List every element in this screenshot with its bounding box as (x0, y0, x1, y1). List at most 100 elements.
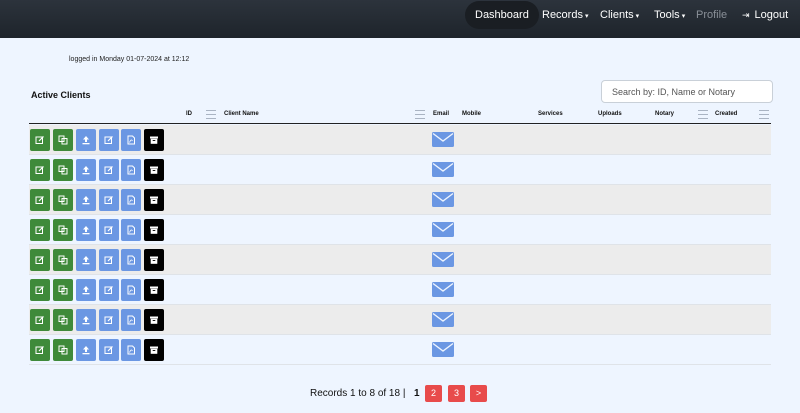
archive-icon (149, 345, 159, 355)
archive-icon (149, 315, 159, 325)
pdf-icon (126, 255, 136, 265)
copy-icon (58, 195, 68, 205)
chevron-down-icon: ▾ (635, 13, 640, 20)
pdf-button[interactable] (121, 159, 141, 181)
edit-record-button[interactable] (99, 189, 119, 211)
archive-button[interactable] (144, 249, 164, 271)
column-toggle-icon[interactable] (206, 110, 216, 119)
nav-profile[interactable]: Profile (696, 0, 727, 30)
pdf-icon (126, 285, 136, 295)
archive-button[interactable] (144, 189, 164, 211)
nav-clients-label: Clients (600, 9, 634, 21)
upload-button[interactable] (76, 129, 96, 151)
edit-client-button[interactable] (30, 249, 50, 271)
edit-client-button[interactable] (30, 129, 50, 151)
nav-dashboard[interactable]: Dashboard (465, 1, 539, 29)
pdf-button[interactable] (121, 219, 141, 241)
copy-icon (58, 135, 68, 145)
envelope-icon[interactable] (432, 132, 454, 147)
column-header-uploads[interactable]: Uploads (598, 111, 622, 117)
duplicate-client-button[interactable] (53, 279, 73, 301)
envelope-icon[interactable] (432, 222, 454, 237)
edit-client-button[interactable] (30, 339, 50, 361)
upload-button[interactable] (76, 249, 96, 271)
upload-icon (81, 135, 91, 145)
table-row (29, 125, 771, 155)
pdf-button[interactable] (121, 189, 141, 211)
edit-record-button[interactable] (99, 279, 119, 301)
edit-document-icon (104, 135, 114, 145)
upload-button[interactable] (76, 159, 96, 181)
upload-icon (81, 195, 91, 205)
column-header-services[interactable]: Services (538, 111, 563, 117)
duplicate-client-button[interactable] (53, 189, 73, 211)
pdf-button[interactable] (121, 309, 141, 331)
column-header-notary[interactable]: Notary (655, 111, 674, 117)
envelope-icon[interactable] (432, 342, 454, 357)
upload-button[interactable] (76, 189, 96, 211)
envelope-icon[interactable] (432, 312, 454, 327)
edit-client-button[interactable] (30, 189, 50, 211)
duplicate-client-button[interactable] (53, 309, 73, 331)
nav-records-menu[interactable]: Records ▾ (542, 0, 588, 30)
edit-client-button[interactable] (30, 279, 50, 301)
duplicate-client-button[interactable] (53, 159, 73, 181)
table-row (29, 185, 771, 215)
column-header-email[interactable]: Email (433, 111, 449, 117)
pdf-icon (126, 135, 136, 145)
pdf-button[interactable] (121, 279, 141, 301)
archive-button[interactable] (144, 279, 164, 301)
archive-button[interactable] (144, 159, 164, 181)
archive-button[interactable] (144, 339, 164, 361)
pdf-button[interactable] (121, 249, 141, 271)
upload-button[interactable] (76, 279, 96, 301)
column-header-client-name[interactable]: Client Name (224, 111, 259, 117)
nav-tools-menu[interactable]: Tools ▾ (654, 0, 685, 30)
upload-button[interactable] (76, 219, 96, 241)
duplicate-client-button[interactable] (53, 129, 73, 151)
copy-icon (58, 165, 68, 175)
column-toggle-icon[interactable] (759, 110, 769, 119)
upload-button[interactable] (76, 309, 96, 331)
column-header-mobile[interactable]: Mobile (462, 111, 481, 117)
archive-icon (149, 225, 159, 235)
archive-button[interactable] (144, 309, 164, 331)
page-3-button[interactable]: 3 (448, 385, 465, 402)
nav-logout[interactable]: ⇥ Logout (742, 0, 788, 30)
chevron-down-icon: ▾ (584, 13, 589, 20)
pdf-button[interactable] (121, 339, 141, 361)
edit-record-button[interactable] (99, 159, 119, 181)
envelope-icon[interactable] (432, 282, 454, 297)
edit-icon (35, 165, 45, 175)
next-page-button[interactable]: > (470, 385, 487, 402)
page-2-button[interactable]: 2 (425, 385, 442, 402)
edit-record-button[interactable] (99, 219, 119, 241)
archive-button[interactable] (144, 219, 164, 241)
envelope-icon[interactable] (432, 162, 454, 177)
edit-icon (35, 255, 45, 265)
column-toggle-icon[interactable] (698, 110, 708, 119)
duplicate-client-button[interactable] (53, 219, 73, 241)
edit-record-button[interactable] (99, 249, 119, 271)
column-header-created[interactable]: Created (715, 111, 737, 117)
edit-record-button[interactable] (99, 129, 119, 151)
edit-record-button[interactable] (99, 339, 119, 361)
duplicate-client-button[interactable] (53, 249, 73, 271)
envelope-icon[interactable] (432, 192, 454, 207)
copy-icon (58, 255, 68, 265)
archive-button[interactable] (144, 129, 164, 151)
upload-button[interactable] (76, 339, 96, 361)
nav-clients-menu[interactable]: Clients ▾ (600, 0, 639, 30)
edit-record-button[interactable] (99, 309, 119, 331)
edit-client-button[interactable] (30, 309, 50, 331)
envelope-icon[interactable] (432, 252, 454, 267)
duplicate-client-button[interactable] (53, 339, 73, 361)
edit-client-button[interactable] (30, 159, 50, 181)
pdf-button[interactable] (121, 129, 141, 151)
column-header-id[interactable]: ID (186, 111, 192, 117)
column-toggle-icon[interactable] (415, 110, 425, 119)
search-input[interactable] (601, 80, 773, 103)
nav-tools-label: Tools (654, 9, 680, 21)
pdf-icon (126, 345, 136, 355)
edit-client-button[interactable] (30, 219, 50, 241)
